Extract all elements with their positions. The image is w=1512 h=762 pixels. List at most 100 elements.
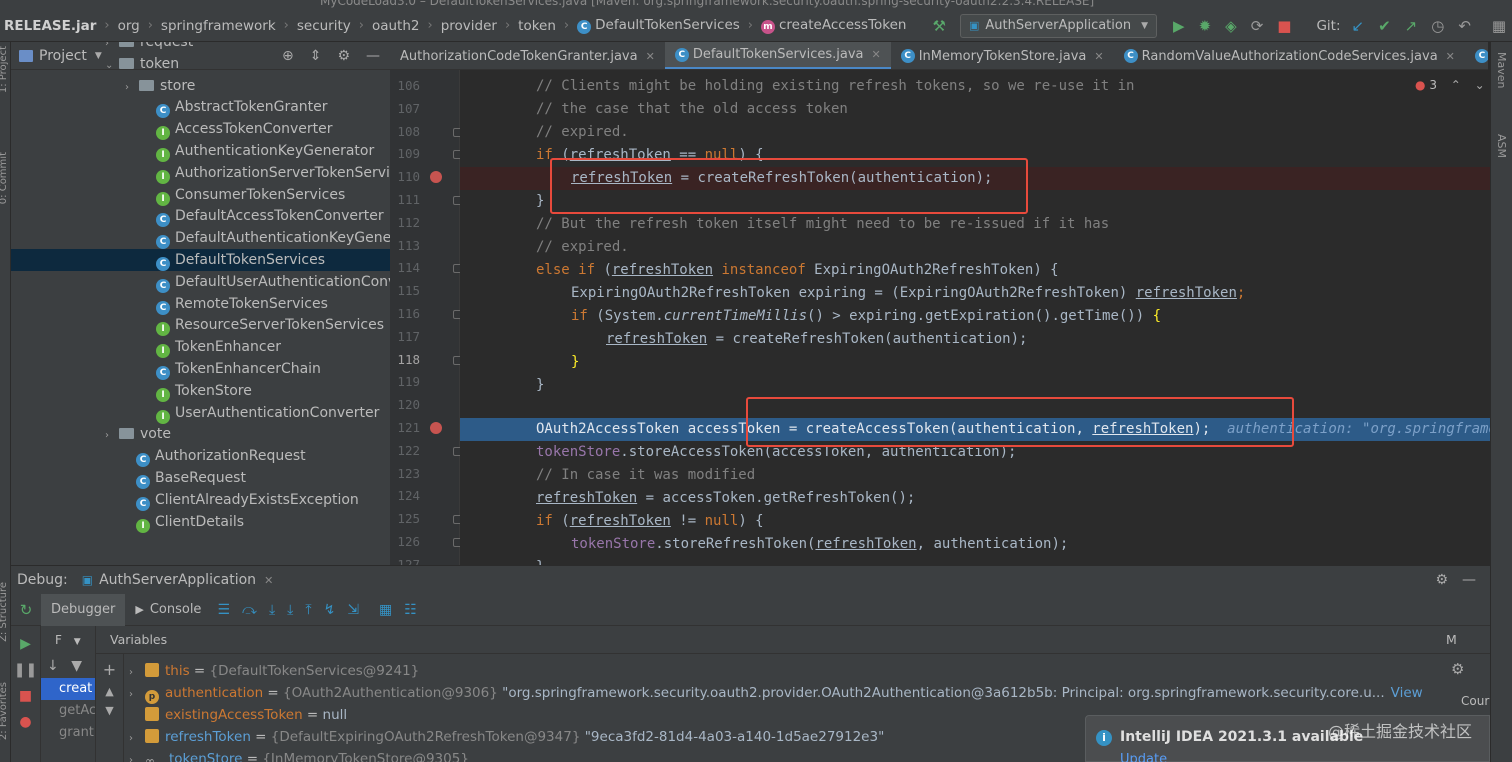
tree-item[interactable]: I ResourceServerTokenServices xyxy=(11,314,390,337)
tree-item[interactable]: C ClientAlreadyExistsException xyxy=(11,489,390,511)
force-step-into-icon[interactable]: ⤓ xyxy=(287,602,293,618)
memory-tab-label[interactable]: M xyxy=(1446,626,1457,654)
stop-icon[interactable]: ■ xyxy=(1277,17,1291,35)
build-hammer-icon[interactable]: ⚒ xyxy=(932,17,945,35)
expand-arrow-icon[interactable]: ⌄ xyxy=(105,55,119,77)
favorites-tool-window-label[interactable]: 2: Favorites xyxy=(0,682,9,740)
expand-arrow-icon[interactable]: › xyxy=(105,425,119,447)
evaluate-expression-icon[interactable]: ▦ xyxy=(379,602,392,618)
close-icon[interactable]: ✕ xyxy=(264,574,273,587)
expand-arrow-icon[interactable]: › xyxy=(129,750,145,762)
breakpoint-icon[interactable] xyxy=(430,171,442,184)
chevron-up-icon[interactable]: ⌃ xyxy=(1451,78,1461,92)
profile-icon[interactable]: ⟳ xyxy=(1251,17,1264,35)
structure-tool-window-label[interactable]: Z: Structure xyxy=(0,582,9,642)
editor-tab[interactable]: AuthorizationCodeTokenGranter.java ✕ xyxy=(390,42,665,69)
expand-arrow-icon[interactable]: › xyxy=(129,684,145,706)
trace-icon[interactable]: ☷ xyxy=(404,602,417,618)
tree-item[interactable]: C BaseRequest xyxy=(11,467,390,489)
project-structure-icon[interactable]: ▦ xyxy=(1492,17,1506,35)
breadcrumb-security[interactable]: security xyxy=(293,18,355,34)
close-tab-icon[interactable]: ✕ xyxy=(1094,50,1103,63)
stop-icon[interactable]: ■ xyxy=(11,688,40,704)
frame-item[interactable]: creat xyxy=(41,678,95,700)
tree-folder-vote[interactable]: › vote xyxy=(11,423,390,445)
asm-tool-window-label[interactable]: ASM xyxy=(1495,134,1508,158)
tree-item[interactable]: C DefaultTokenServices xyxy=(11,249,390,271)
expand-arrow-icon[interactable]: › xyxy=(129,662,145,684)
tab-console[interactable]: ▶ Console xyxy=(125,594,211,626)
git-commit-icon[interactable]: ✔ xyxy=(1378,17,1391,35)
drop-frame-icon[interactable]: ↯ xyxy=(324,602,336,618)
chevron-down-icon[interactable]: ▼ xyxy=(96,704,123,717)
pause-icon[interactable]: ❚❚ xyxy=(11,662,40,678)
close-tab-icon[interactable]: ✕ xyxy=(872,48,881,61)
tree-item[interactable]: C AbstractTokenGranter xyxy=(11,96,390,119)
debug-bug-icon[interactable]: ✹ xyxy=(1199,17,1212,35)
tree-item[interactable]: I UserAuthenticationConverter xyxy=(11,402,390,424)
editor-tab[interactable]: C InMemoryTokenStore.java ✕ xyxy=(891,42,1114,69)
layout-menu-icon[interactable]: ☰ xyxy=(217,602,230,618)
minimize-icon[interactable]: — xyxy=(1462,572,1476,588)
variable-row[interactable]: › p authentication = {OAuth2Authentication… xyxy=(129,682,1423,704)
step-over-icon[interactable]: ⤼ xyxy=(242,602,257,618)
variable-row[interactable]: › refreshToken = {DefaultExpiringOAuth2Re… xyxy=(129,726,884,748)
variable-row[interactable]: existingAccessToken = null xyxy=(129,704,347,726)
frame-item[interactable]: grant xyxy=(41,722,95,744)
code-editor[interactable]: // Clients might be holding existing ref… xyxy=(460,70,1490,565)
editor-tab[interactable]: CInMemoryAu xyxy=(1465,42,1488,69)
gear-icon[interactable]: ⚙ xyxy=(1435,572,1448,588)
tab-debugger[interactable]: Debugger xyxy=(41,593,126,626)
tree-item[interactable]: C DefaultAccessTokenConverter xyxy=(11,205,390,228)
git-rollback-icon[interactable]: ↶ xyxy=(1458,17,1471,35)
tree-item[interactable]: C DefaultAuthenticationKeyGenerator xyxy=(11,227,390,250)
arrow-down-icon[interactable]: ↓ xyxy=(47,658,59,674)
expand-arrow-icon[interactable]: › xyxy=(125,77,139,99)
breadcrumb-class[interactable]: C DefaultTokenServices xyxy=(573,17,744,34)
breadcrumb-provider[interactable]: provider xyxy=(437,18,501,34)
commit-tool-window-label[interactable]: 0: Commit xyxy=(0,152,9,204)
tree-item[interactable]: C RemoteTokenServices xyxy=(11,293,390,315)
step-into-icon[interactable]: ⤓ xyxy=(269,602,275,618)
count-tab-label[interactable]: Cour xyxy=(1461,694,1489,708)
git-push-icon[interactable]: ↗ xyxy=(1405,17,1418,35)
tree-item[interactable]: I ClientDetails xyxy=(11,511,390,533)
maven-tool-window-label[interactable]: Maven xyxy=(1495,52,1508,88)
git-update-icon[interactable]: ↙ xyxy=(1352,17,1365,35)
variable-row[interactable]: › this = {DefaultTokenServices@9241} xyxy=(129,660,419,682)
breadcrumb-oauth2[interactable]: oauth2 xyxy=(368,18,424,34)
editor-tab[interactable]: C RandomValueAuthorizationCodeServices.ja… xyxy=(1114,42,1465,69)
settings-icon[interactable]: ⚙ xyxy=(1451,660,1464,678)
tree-item[interactable]: I AuthorizationServerTokenServices xyxy=(11,162,390,184)
breadcrumb-method[interactable]: m createAccessToken xyxy=(757,17,910,34)
git-history-icon[interactable]: ◷ xyxy=(1431,17,1444,35)
update-link[interactable]: Update xyxy=(1120,752,1167,762)
tree-folder-store[interactable]: › store xyxy=(11,75,390,97)
error-indicator[interactable]: ● 3 ⌃ ⌄ xyxy=(1415,78,1485,92)
debug-session-tab[interactable]: ▣ AuthServerApplication ✕ xyxy=(82,572,274,588)
expand-arrow-icon[interactable]: › xyxy=(129,728,145,750)
breadcrumb-springframework[interactable]: springframework xyxy=(157,18,280,34)
breadcrumb-token[interactable]: token xyxy=(514,18,560,34)
tree-item[interactable]: I AccessTokenConverter xyxy=(11,118,390,141)
step-out-icon[interactable]: ⤒ xyxy=(305,602,311,618)
add-watch-icon[interactable]: + xyxy=(96,660,123,679)
view-link[interactable]: View xyxy=(1391,685,1423,701)
tree-item[interactable]: C DefaultUserAuthenticationConverter xyxy=(11,271,390,293)
breadcrumb-org[interactable]: org xyxy=(114,18,144,34)
tree-item[interactable]: I ConsumerTokenServices xyxy=(11,184,390,206)
breadcrumb-jar[interactable]: RELEASE.jar xyxy=(0,18,100,34)
coverage-icon[interactable]: ◈ xyxy=(1225,17,1237,35)
run-configuration-dropdown[interactable]: ▣ AuthServerApplication ▼ xyxy=(959,13,1158,38)
variable-row[interactable]: › ∞ tokenStore = {InMemoryTokenStore@9305} xyxy=(129,748,469,762)
tree-item[interactable]: C TokenEnhancerChain xyxy=(11,358,390,380)
rerun-icon[interactable]: ↻ xyxy=(11,601,41,619)
frames-filter[interactable]: F ▼ xyxy=(41,626,95,654)
chevron-down-icon[interactable]: ⌄ xyxy=(1475,78,1485,92)
breakpoint-icon[interactable] xyxy=(430,422,442,434)
tree-folder-request[interactable]: › request xyxy=(11,42,390,53)
tree-item[interactable]: I AuthenticationKeyGenerator xyxy=(11,140,390,162)
resume-icon[interactable]: ▶ xyxy=(11,636,40,652)
view-breakpoints-icon[interactable]: ● xyxy=(11,714,40,730)
chevron-up-icon[interactable]: ▲ xyxy=(96,685,123,698)
